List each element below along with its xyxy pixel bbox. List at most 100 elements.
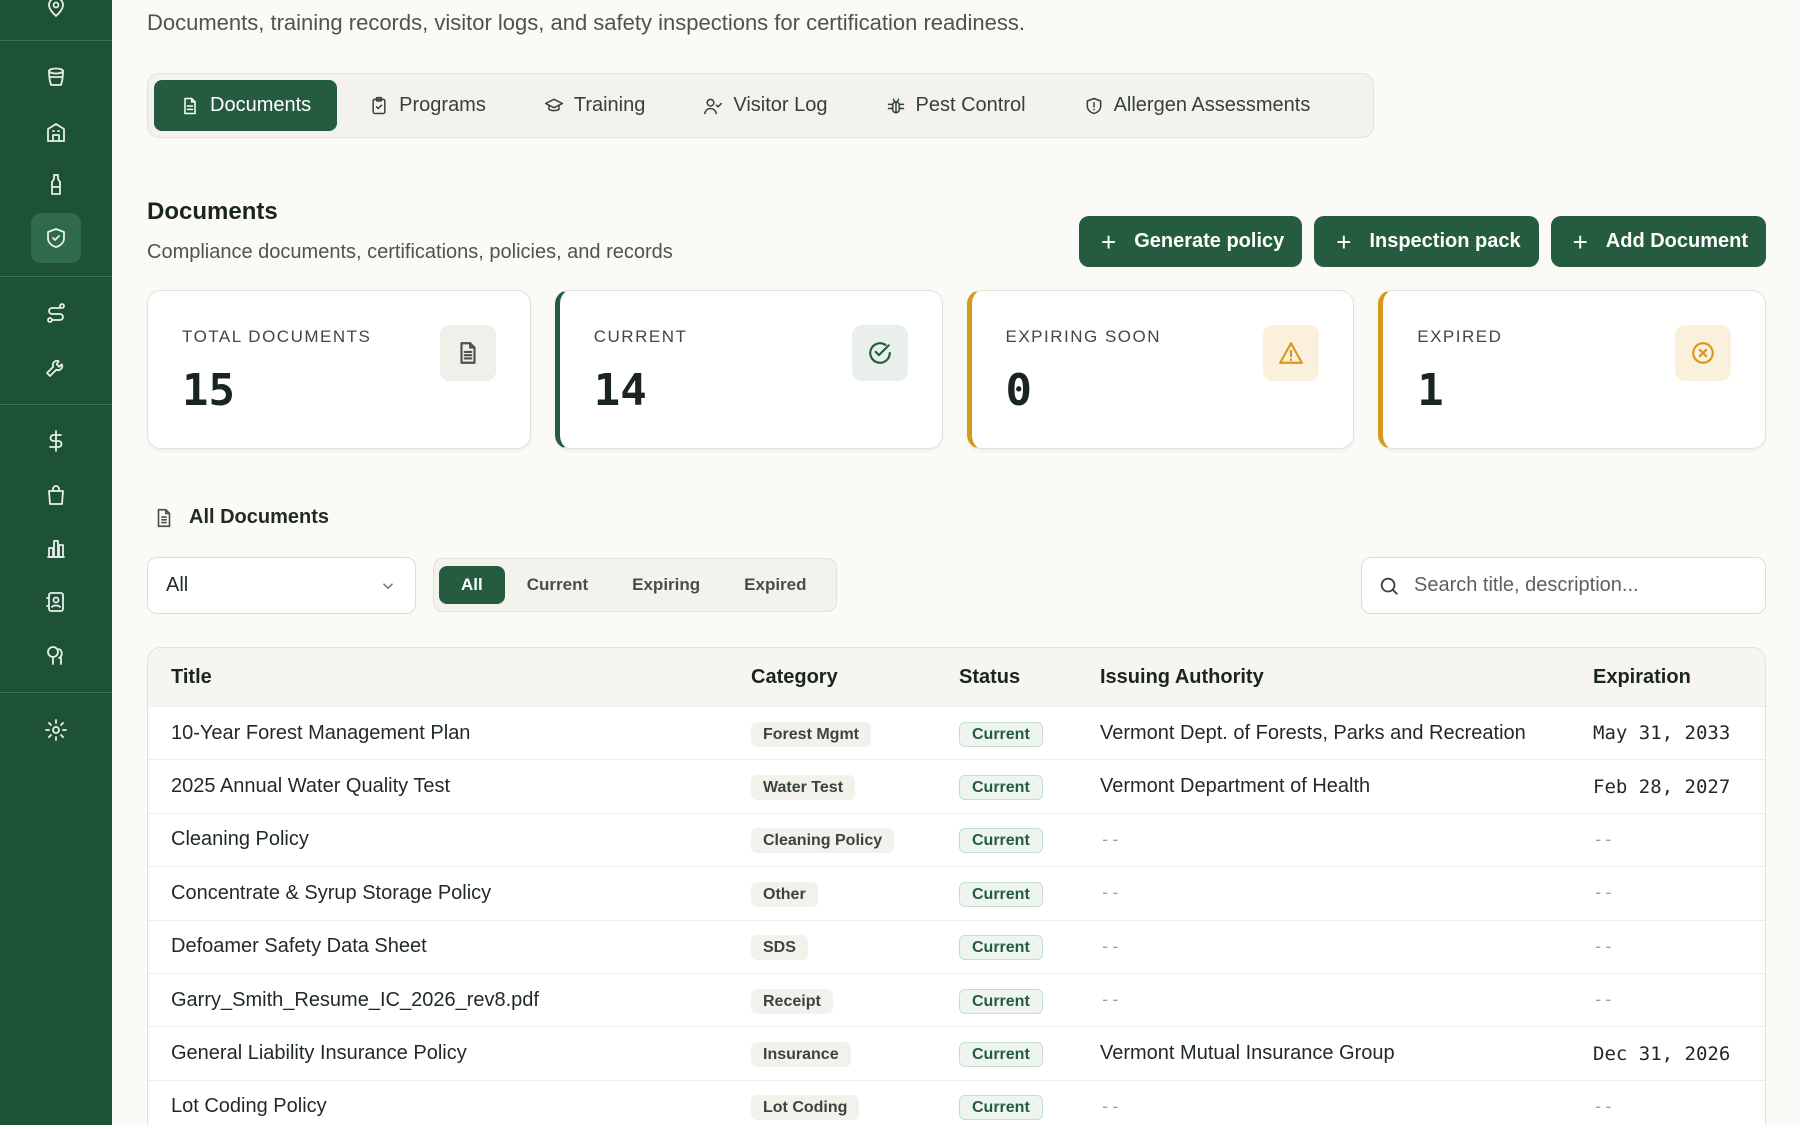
stat-cards: TOTAL DOCUMENTS 15 CURRENT 14 EXPIRING S…	[147, 290, 1766, 449]
search-input[interactable]	[1414, 574, 1744, 597]
tab-label: Pest Control	[915, 94, 1026, 116]
bottle-icon[interactable]	[31, 160, 81, 210]
status-badge: Current	[959, 721, 1043, 747]
button-label: Inspection pack	[1369, 230, 1521, 252]
cell-category: Other	[751, 881, 818, 907]
table-row[interactable]: Garry_Smith_Resume_IC_2026_rev8.pdf Recei…	[148, 972, 1765, 1026]
table-row[interactable]: Lot Coding Policy Lot Coding Current -- --	[148, 1079, 1765, 1125]
table-row[interactable]: 10-Year Forest Management Plan Forest Mgm…	[148, 706, 1765, 759]
status-badge: Current	[959, 775, 1043, 801]
cell-authority: Vermont Mutual Insurance Group	[1100, 1042, 1395, 1065]
shield-alert-icon	[1086, 97, 1101, 114]
barrel-icon[interactable]	[31, 53, 81, 103]
plus-icon: +	[1336, 226, 1352, 257]
sidebar-divider	[0, 276, 112, 277]
sidebar-divider	[0, 692, 112, 693]
status-badge: Current	[959, 988, 1043, 1014]
cell-status: Current	[959, 1042, 1043, 1068]
documents-table: Title Category Status Issuing Authority …	[147, 647, 1766, 1125]
search-box	[1361, 557, 1766, 614]
cell-title[interactable]: Lot Coding Policy	[171, 1095, 327, 1118]
cell-status: Current	[959, 935, 1043, 961]
column-header-authority[interactable]: Issuing Authority	[1100, 666, 1264, 689]
table-row[interactable]: Defoamer Safety Data Sheet SDS Current -- --	[148, 919, 1765, 973]
shield-icon[interactable]	[31, 213, 81, 263]
cell-title[interactable]: 2025 Annual Water Quality Test	[171, 775, 450, 798]
select-value: All	[166, 574, 189, 596]
cell-category: Cleaning Policy	[751, 828, 895, 854]
cell-title[interactable]: Cleaning Policy	[171, 828, 309, 851]
cell-title[interactable]: General Liability Insurance Policy	[171, 1042, 467, 1065]
tab-allergen-assessments[interactable]: Allergen Assessments	[1058, 80, 1337, 131]
tab-pest-control[interactable]: Pest Control	[860, 80, 1052, 131]
cell-status: Current	[959, 1095, 1043, 1121]
category-badge: Receipt	[751, 988, 833, 1014]
cell-expiration: May 31, 2033	[1593, 722, 1731, 745]
file-text-icon	[439, 325, 496, 381]
contact-book-icon[interactable]	[31, 577, 81, 627]
chevron-down-icon	[382, 582, 394, 589]
column-header-expiration[interactable]: Expiration	[1593, 666, 1691, 689]
cell-authority: --	[1100, 829, 1121, 850]
search-icon	[1380, 577, 1398, 595]
filter-expiring[interactable]: Expiring	[610, 566, 722, 604]
tab-programs[interactable]: Programs	[343, 80, 512, 131]
wrench-icon[interactable]	[31, 342, 81, 392]
trees-icon[interactable]	[31, 630, 81, 680]
status-badge: Current	[959, 828, 1043, 854]
sidebar-divider	[0, 404, 112, 405]
status-badge: Current	[959, 935, 1043, 961]
map-pin-icon[interactable]	[31, 0, 81, 32]
cell-expiration: --	[1593, 883, 1614, 904]
column-header-status[interactable]: Status	[959, 666, 1020, 689]
table-row[interactable]: 2025 Annual Water Quality Test Water Test…	[148, 759, 1765, 812]
building-icon[interactable]	[31, 107, 81, 157]
page-subtitle: Documents, training records, visitor log…	[147, 10, 1025, 35]
category-badge: Lot Coding	[751, 1095, 860, 1121]
cell-title[interactable]: 10-Year Forest Management Plan	[171, 722, 470, 745]
category-badge: Insurance	[751, 1042, 851, 1068]
cell-expiration: --	[1593, 829, 1614, 850]
tab-documents[interactable]: Documents	[154, 80, 338, 131]
cell-expiration: --	[1593, 1096, 1614, 1117]
user-check-icon	[704, 98, 723, 114]
table-row[interactable]: Concentrate & Syrup Storage Policy Other C…	[148, 866, 1765, 919]
cell-authority: --	[1100, 883, 1121, 904]
status-filter: All Current Expiring Expired	[433, 558, 837, 612]
cell-status: Current	[959, 775, 1043, 801]
stat-value: 0	[1005, 365, 1033, 416]
dollar-icon[interactable]	[31, 416, 81, 466]
category-select[interactable]: All	[147, 557, 416, 614]
cell-authority: Vermont Department of Health	[1100, 775, 1371, 798]
gear-icon[interactable]	[31, 705, 81, 755]
table-row[interactable]: General Liability Insurance Policy Insura…	[148, 1026, 1765, 1079]
section-title: Documents	[147, 198, 278, 225]
tab-label: Documents	[210, 94, 312, 116]
tab-visitor-log[interactable]: Visitor Log	[677, 80, 853, 131]
bar-chart-icon[interactable]	[31, 523, 81, 573]
stat-value: 15	[182, 365, 235, 416]
column-header-title[interactable]: Title	[171, 666, 212, 689]
generate-policy-button[interactable]: + Generate policy	[1079, 216, 1303, 267]
cell-title[interactable]: Garry_Smith_Resume_IC_2026_rev8.pdf	[171, 989, 539, 1012]
sidebar	[0, 0, 112, 1125]
warning-triangle-icon	[1263, 325, 1320, 381]
route-icon[interactable]	[31, 288, 81, 338]
filter-current[interactable]: Current	[505, 566, 610, 604]
column-header-category[interactable]: Category	[751, 666, 838, 689]
table-row[interactable]: Cleaning Policy Cleaning Policy Current -- -…	[148, 812, 1765, 866]
tab-training[interactable]: Training	[518, 80, 672, 131]
inspection-pack-button[interactable]: + Inspection pack	[1314, 216, 1539, 267]
tab-label: Allergen Assessments	[1113, 94, 1311, 116]
cell-expiration: Dec 31, 2026	[1593, 1042, 1731, 1065]
add-document-button[interactable]: + Add Document	[1550, 216, 1766, 267]
cell-title[interactable]: Defoamer Safety Data Sheet	[171, 935, 427, 958]
shopping-bag-icon[interactable]	[31, 470, 81, 520]
cell-authority: Vermont Dept. of Forests, Parks and Recr…	[1100, 721, 1526, 744]
cell-authority: --	[1100, 1096, 1121, 1117]
filter-all[interactable]: All	[439, 566, 505, 604]
cell-title[interactable]: Concentrate & Syrup Storage Policy	[171, 882, 491, 905]
stat-card-total: TOTAL DOCUMENTS 15	[147, 290, 531, 449]
filter-expired[interactable]: Expired	[722, 566, 828, 604]
sidebar-divider	[0, 40, 112, 41]
